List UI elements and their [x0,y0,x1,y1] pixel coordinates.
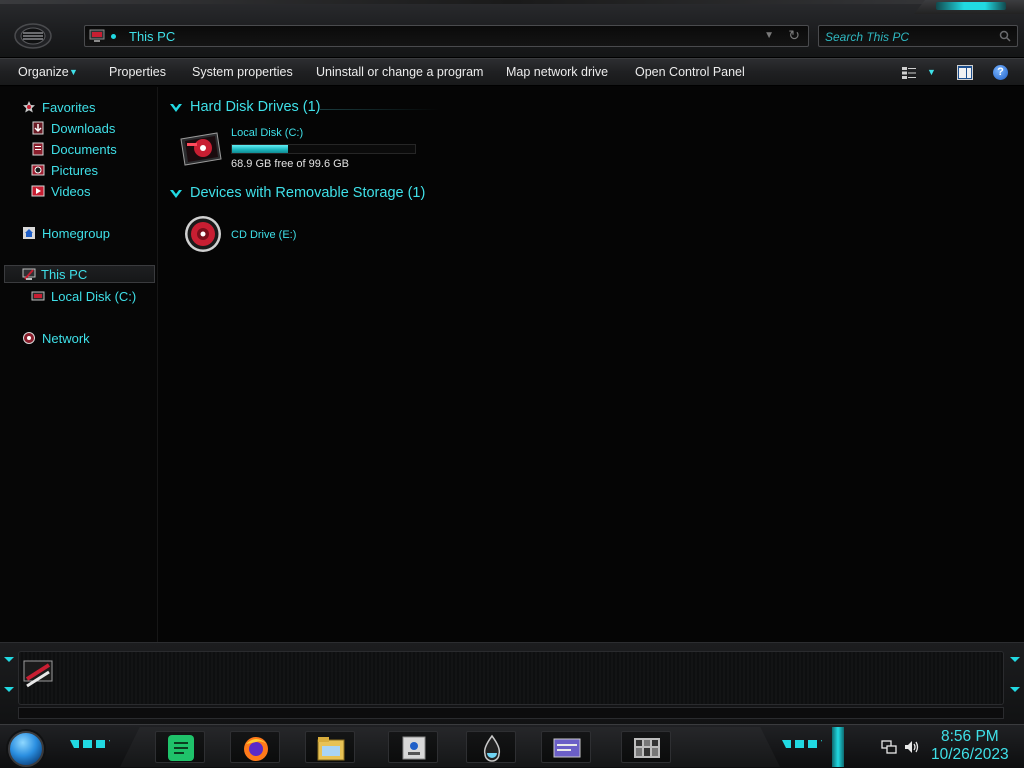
nav-label: Homegroup [42,226,110,241]
nav-label: Downloads [51,121,116,136]
pictures-icon [31,164,45,176]
taskbar-decoration [70,740,110,748]
documents-icon [32,142,44,156]
titlebar-topline [0,0,1024,4]
search-icon[interactable] [999,30,1011,42]
address-separator-dot [111,34,116,39]
taskbar-decoration [782,740,822,748]
navigation-pane: Favorites Downloads Documents Pictures V… [0,87,158,642]
group-divider [319,109,439,110]
start-button[interactable] [8,731,44,767]
nav-label: Documents [51,142,117,157]
taskbar-app-spreadsheet[interactable] [155,731,205,763]
show-desktop-button[interactable] [832,727,844,767]
nav-label: Pictures [51,163,98,178]
chevron-down-icon[interactable]: ▼ [764,30,774,41]
videos-icon [31,185,45,197]
group-header-removable-storage[interactable]: Devices with Removable Storage (1) [190,185,425,201]
address-path-text[interactable]: This PC [129,29,175,44]
spreadsheet-app-icon [168,735,194,761]
content-area: Hard Disk Drives (1) Local Disk (C:) 68.… [159,87,1024,642]
taskbar-app-contacts[interactable] [388,731,438,763]
water-drop-icon [483,734,501,762]
frame-notch [4,687,14,692]
search-box[interactable] [818,25,1018,47]
disk-usage-bar [231,144,416,154]
taskbar-app-photo-grid[interactable] [621,731,671,763]
taskbar: 8:56 PM 10/26/2023 [0,724,1024,768]
chevron-down-icon[interactable] [169,187,183,201]
drive-tile-cd-drive[interactable]: CD Drive (E:) [183,215,363,255]
disk-free-space-text: 68.9 GB free of 99.6 GB [231,158,350,170]
hard-drive-icon [180,132,222,166]
frame-notch [1010,657,1020,662]
system-properties-button[interactable]: System properties [192,65,293,79]
disk-usage-fill [232,145,289,153]
homegroup-icon [23,227,35,239]
taskbar-app-file-explorer[interactable] [305,731,355,763]
address-bar[interactable]: This PC ▼ ↻ [84,25,809,47]
clock-date[interactable]: 10/26/2023 [931,746,1009,764]
taskbar-app-firefox[interactable] [230,731,280,763]
command-bar: Organize ▼ Properties System properties … [0,58,1024,86]
details-pane [0,642,1024,724]
favorites-star-icon [23,101,35,113]
properties-button[interactable]: Properties [109,65,166,79]
frame-notch [4,657,14,662]
firefox-icon [244,737,268,761]
change-view-icon[interactable] [902,66,916,80]
window-titlebar: This PC ▼ ↻ [0,0,1024,58]
back-navigation-icon[interactable] [14,22,52,50]
id-card-icon [402,736,426,760]
view-dropdown-icon[interactable]: ▼ [927,67,936,77]
help-icon[interactable]: ? [993,65,1008,80]
chevron-down-icon[interactable] [169,101,183,115]
this-pc-thumbnail-icon [23,660,53,688]
map-network-drive-button[interactable]: Map network drive [506,65,608,79]
search-input[interactable] [825,28,995,45]
nav-label: This PC [41,267,88,282]
taskbar-app-window-card[interactable] [541,731,591,763]
organize-dropdown-icon[interactable]: ▼ [69,67,78,77]
open-control-panel-button[interactable]: Open Control Panel [635,65,745,79]
organize-button[interactable]: Organize [18,65,69,79]
window-card-icon [553,738,581,758]
nav-label: Videos [51,184,91,199]
computer-icon [89,29,105,42]
status-bar [18,707,1004,719]
drive-name: CD Drive (E:) [231,229,297,241]
file-explorer-icon [317,737,345,761]
titlebar-accent-light [936,2,1006,10]
taskbar-app-tray [120,727,780,767]
frame-notch [1010,687,1020,692]
taskbar-app-water[interactable] [466,731,516,763]
cd-drive-icon [185,216,221,252]
network-icon [23,332,35,344]
nav-label: Network [42,331,90,346]
hard-drive-icon [31,291,45,301]
preview-pane-icon[interactable] [957,65,973,80]
details-pane-panel [18,651,1004,705]
nav-label: Local Disk (C:) [51,289,137,304]
nav-item-this-pc[interactable]: This PC [4,265,155,283]
nav-label: Favorites [42,100,96,115]
clock-time[interactable]: 8:56 PM [941,728,999,746]
volume-icon[interactable] [904,740,920,754]
photo-grid-icon [634,738,660,758]
downloads-icon [32,121,44,135]
uninstall-program-button[interactable]: Uninstall or change a program [316,65,483,79]
network-tray-icon[interactable] [881,740,897,754]
drive-name: Local Disk (C:) [231,127,304,139]
refresh-icon[interactable]: ↻ [788,27,800,44]
this-pc-icon [22,268,36,280]
group-header-hard-disk-drives[interactable]: Hard Disk Drives (1) [190,99,321,115]
